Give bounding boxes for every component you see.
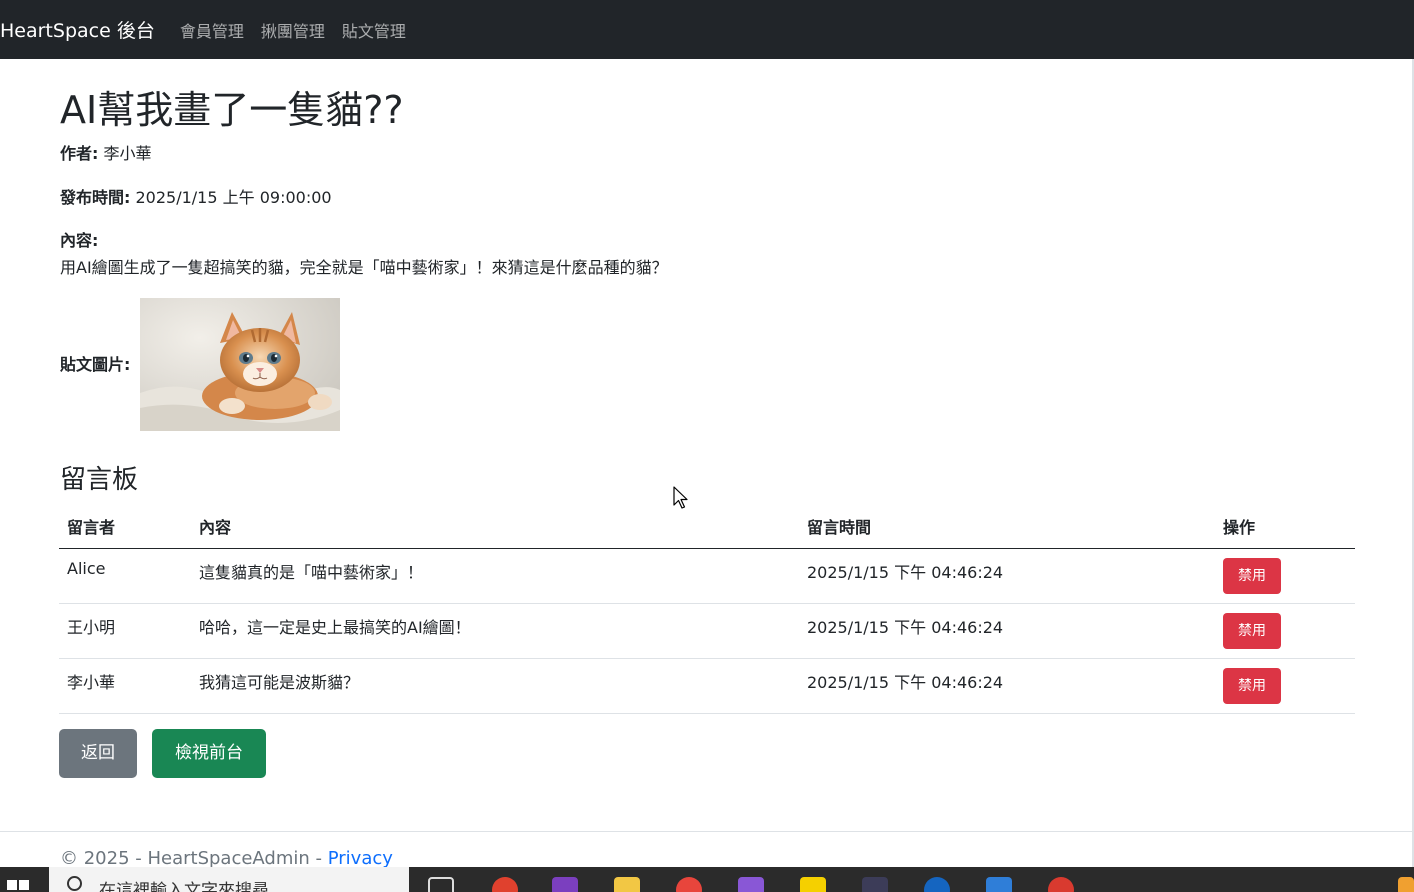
back-button[interactable]: 返回 <box>59 729 137 778</box>
comment-content-cell: 哈哈，這一定是史上最搞笑的AI繪圖！ <box>191 603 799 659</box>
author-value: 李小華 <box>103 144 152 163</box>
post-image-label: 貼文圖片: <box>60 355 131 374</box>
header-content: 內容 <box>191 505 799 549</box>
table-row: 李小華 我猜這可能是波斯貓？ 2025/1/15 下午 04:46:24 禁用 <box>59 658 1355 714</box>
ban-button[interactable]: 禁用 <box>1223 667 1281 704</box>
file-explorer-icon[interactable] <box>614 877 640 892</box>
nav-group-management[interactable]: 揪團管理 <box>261 18 325 42</box>
table-row: Alice 這隻貓真的是「喵中藝術家」！ 2025/1/15 下午 04:46:… <box>59 548 1355 604</box>
tray-icon[interactable] <box>1398 877 1414 892</box>
kitten-image <box>140 298 340 431</box>
ban-button[interactable]: 禁用 <box>1223 612 1281 649</box>
commenter-cell: 李小華 <box>59 658 191 714</box>
app-icon[interactable] <box>924 877 950 892</box>
post-image <box>140 298 340 431</box>
publish-time-label: 發布時間: <box>60 188 131 207</box>
comment-time-cell: 2025/1/15 下午 04:46:24 <box>799 658 1215 714</box>
header-action: 操作 <box>1215 505 1355 549</box>
app-icon[interactable] <box>492 877 518 892</box>
brand-link[interactable]: HeartSpace 後台 <box>0 16 155 43</box>
navbar: HeartSpace 後台 會員管理 揪團管理 貼文管理 <box>0 0 1414 59</box>
content-value: 用AI繪圖生成了一隻超搞笑的貓，完全就是「喵中藝術家」！來猜這是什麼品種的貓？ <box>60 258 668 277</box>
onenote-icon[interactable] <box>552 877 578 892</box>
comment-content-cell: 這隻貓真的是「喵中藝術家」！ <box>191 548 799 604</box>
header-comment-time: 留言時間 <box>799 505 1215 549</box>
nav-member-management[interactable]: 會員管理 <box>180 18 244 42</box>
chrome-icon[interactable] <box>1048 877 1074 892</box>
privacy-link[interactable]: Privacy <box>328 848 393 869</box>
table-header-row: 留言者 內容 留言時間 操作 <box>59 505 1355 549</box>
comment-time-cell: 2025/1/15 下午 04:46:24 <box>799 603 1215 659</box>
nav-post-management[interactable]: 貼文管理 <box>342 18 406 42</box>
taskbar-search-box[interactable]: 在這裡輸入文字來搜尋 <box>49 867 409 892</box>
commenter-cell: Alice <box>59 548 191 604</box>
chrome-icon[interactable] <box>676 877 702 892</box>
action-cell: 禁用 <box>1215 658 1355 714</box>
footer-divider <box>0 831 1412 832</box>
commenter-cell: 王小明 <box>59 603 191 659</box>
action-cell: 禁用 <box>1215 603 1355 659</box>
footer-copyright: © 2025 - HeartSpaceAdmin - <box>60 848 328 869</box>
taskbar-search-placeholder: 在這裡輸入文字來搜尋 <box>99 881 269 892</box>
publish-time-field: 發布時間: 2025/1/15 上午 09:00:00 <box>60 187 332 209</box>
footer: © 2025 - HeartSpaceAdmin - Privacy <box>60 848 393 869</box>
task-view-icon[interactable] <box>428 877 454 892</box>
content-label: 內容: <box>60 231 99 250</box>
author-label: 作者: <box>60 144 99 163</box>
action-cell: 禁用 <box>1215 548 1355 604</box>
view-frontend-button[interactable]: 檢視前台 <box>152 729 266 778</box>
author-field: 作者: 李小華 <box>60 143 152 165</box>
os-taskbar: 在這裡輸入文字來搜尋 <box>0 867 1414 892</box>
post-title: AI幫我畫了一隻貓?? <box>60 88 404 132</box>
comment-time-cell: 2025/1/15 下午 04:46:24 <box>799 548 1215 604</box>
content-field: 內容: <box>60 230 98 252</box>
sticky-notes-icon[interactable] <box>800 877 826 892</box>
app-icon[interactable] <box>986 877 1012 892</box>
comment-content-cell: 我猜這可能是波斯貓？ <box>191 658 799 714</box>
comments-table: 留言者 內容 留言時間 操作 Alice 這隻貓真的是「喵中藝術家」！ 2025… <box>59 505 1355 714</box>
table-row: 王小明 哈哈，這一定是史上最搞笑的AI繪圖！ 2025/1/15 下午 04:4… <box>59 603 1355 659</box>
visual-studio-icon[interactable] <box>738 877 764 892</box>
terminal-icon[interactable] <box>862 877 888 892</box>
mouse-cursor-icon <box>673 486 688 509</box>
ban-button[interactable]: 禁用 <box>1223 557 1281 594</box>
comment-board-title: 留言板 <box>60 465 139 495</box>
publish-time-value: 2025/1/15 上午 09:00:00 <box>135 188 332 207</box>
search-icon <box>67 876 82 891</box>
header-commenter: 留言者 <box>59 505 191 549</box>
windows-start-icon[interactable] <box>7 880 29 892</box>
